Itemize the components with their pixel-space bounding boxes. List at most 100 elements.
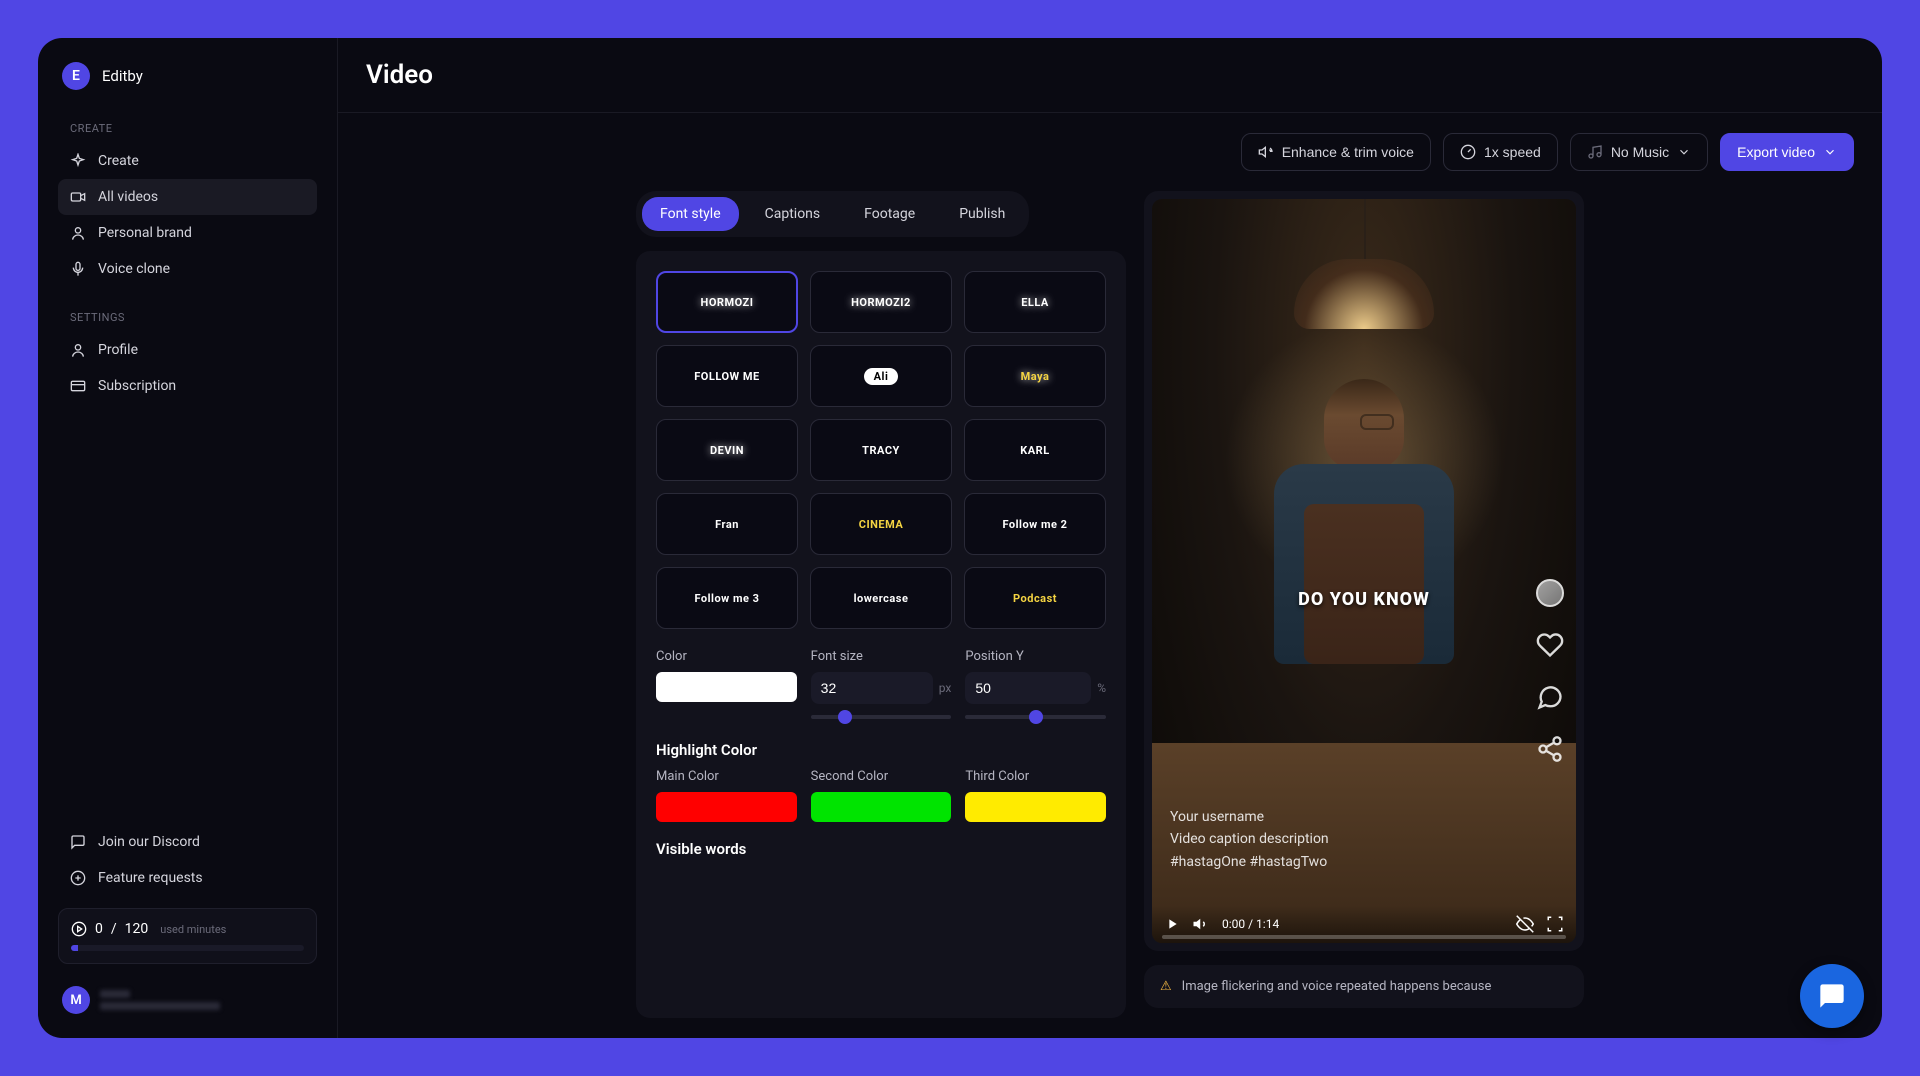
play-icon[interactable] [1164, 916, 1180, 932]
style-card[interactable]: ELLA [964, 271, 1106, 333]
overlay-username: Your username [1170, 806, 1329, 828]
usage-total: 120 [125, 921, 149, 937]
style-label: Fran [715, 518, 739, 531]
usage-used: 0 [95, 921, 103, 937]
volume-icon[interactable] [1192, 915, 1210, 933]
comment-icon[interactable] [1536, 683, 1564, 711]
music-icon [1587, 144, 1603, 160]
eye-off-icon[interactable] [1516, 915, 1534, 933]
sidebar-item-label: Feature requests [98, 870, 203, 886]
third-color-swatch[interactable] [965, 792, 1106, 822]
style-card[interactable]: Follow me 2 [964, 493, 1106, 555]
music-button[interactable]: No Music [1570, 133, 1708, 171]
style-label: Maya [1021, 370, 1050, 383]
user-info [100, 990, 220, 1010]
third-color-label: Third Color [965, 769, 1106, 784]
video-scrubber[interactable] [1162, 935, 1566, 939]
visible-words-title: Visible words [656, 840, 1106, 858]
sidebar-item-all-videos[interactable]: All videos [58, 179, 317, 215]
style-card[interactable]: Ali [810, 345, 952, 407]
chat-bubble-icon [1818, 982, 1846, 1010]
tab-publish[interactable]: Publish [941, 197, 1023, 231]
posy-slider[interactable] [965, 715, 1106, 719]
style-label: Podcast [1013, 592, 1057, 605]
posy-unit: % [1097, 681, 1106, 695]
sidebar-item-feature[interactable]: Feature requests [58, 860, 317, 896]
video-time: 0:00 / 1:14 [1222, 917, 1279, 931]
main: Video Enhance & trim voice 1x speed No M… [338, 38, 1882, 1038]
style-card[interactable]: Maya [964, 345, 1106, 407]
plus-circle-icon [70, 870, 86, 886]
tab-captions[interactable]: Captions [747, 197, 839, 231]
toolbar: Enhance & trim voice 1x speed No Music E… [338, 113, 1882, 181]
style-card[interactable]: Podcast [964, 567, 1106, 629]
style-label: lowercase [854, 592, 909, 605]
posy-input[interactable] [965, 672, 1091, 704]
speaker-icon [1258, 144, 1274, 160]
sidebar-item-label: Subscription [98, 378, 176, 394]
button-label: Enhance & trim voice [1282, 144, 1414, 160]
brand[interactable]: E Editby [58, 58, 317, 94]
tabs: Font style Captions Footage Publish [636, 191, 1029, 237]
style-card[interactable]: DEVIN [656, 419, 798, 481]
button-label: No Music [1611, 144, 1669, 160]
overlay-description: Video caption description [1170, 828, 1329, 850]
font-size-input[interactable] [811, 672, 933, 704]
style-card[interactable]: HORMOZI [656, 271, 798, 333]
brand-badge: E [62, 62, 90, 90]
style-card[interactable]: CINEMA [810, 493, 952, 555]
warning-box: ⚠ Image flickering and voice repeated ha… [1144, 965, 1584, 1008]
style-card[interactable]: KARL [964, 419, 1106, 481]
sidebar-item-create[interactable]: Create [58, 143, 317, 179]
speed-button[interactable]: 1x speed [1443, 133, 1558, 171]
color-label: Color [656, 649, 797, 664]
style-grid: HORMOZI HORMOZI2 ELLA FOLLOW ME Ali Maya DEVIN… [656, 271, 1106, 629]
style-card[interactable]: Follow me 3 [656, 567, 798, 629]
style-card[interactable]: Fran [656, 493, 798, 555]
header: Video [338, 38, 1882, 113]
warning-text: Image flickering and voice repeated happ… [1182, 979, 1492, 994]
style-label: DEVIN [710, 444, 744, 457]
sidebar-item-subscription[interactable]: Subscription [58, 368, 317, 404]
style-label: HORMOZI2 [851, 296, 911, 309]
chat-fab[interactable] [1800, 964, 1864, 1028]
sidebar-item-personal-brand[interactable]: Personal brand [58, 215, 317, 251]
highlight-title: Highlight Color [656, 741, 1106, 759]
button-label: 1x speed [1484, 144, 1541, 160]
enhance-button[interactable]: Enhance & trim voice [1241, 133, 1431, 171]
user-row[interactable]: M [58, 982, 317, 1018]
sidebar-item-voice-clone[interactable]: Voice clone [58, 251, 317, 287]
tab-footage[interactable]: Footage [846, 197, 933, 231]
style-card[interactable]: FOLLOW ME [656, 345, 798, 407]
button-label: Export video [1737, 144, 1815, 160]
main-color-swatch[interactable] [656, 792, 797, 822]
heart-icon[interactable] [1536, 631, 1564, 659]
page-title: Video [366, 60, 1854, 90]
sidebar-section-create: CREATE [58, 122, 317, 135]
sidebar-item-profile[interactable]: Profile [58, 332, 317, 368]
style-label: FOLLOW ME [694, 370, 759, 383]
share-icon[interactable] [1536, 735, 1564, 763]
export-button[interactable]: Export video [1720, 133, 1854, 171]
usage-box: 0 / 120 used minutes [58, 908, 317, 964]
style-label: CINEMA [859, 518, 903, 531]
style-card[interactable]: HORMOZI2 [810, 271, 952, 333]
style-card[interactable]: lowercase [810, 567, 952, 629]
video-frame[interactable]: DO YOU KNOW Your username Video caption … [1152, 199, 1576, 943]
sidebar-item-discord[interactable]: Join our Discord [58, 824, 317, 860]
color-swatch[interactable] [656, 672, 797, 702]
second-color-swatch[interactable] [811, 792, 952, 822]
brand-name: Editby [102, 67, 143, 85]
overlay-text: Your username Video caption description … [1170, 806, 1329, 873]
sidebar-item-label: Join our Discord [98, 834, 200, 850]
font-size-unit: px [939, 681, 952, 695]
video-icon [70, 189, 86, 205]
video-preview: DO YOU KNOW Your username Video caption … [1144, 191, 1584, 951]
style-label: Ali [864, 368, 899, 385]
style-card[interactable]: TRACY [810, 419, 952, 481]
tab-font-style[interactable]: Font style [642, 197, 739, 231]
font-size-slider[interactable] [811, 715, 952, 719]
fullscreen-icon[interactable] [1546, 915, 1564, 933]
avatar-icon[interactable] [1536, 579, 1564, 607]
main-color-label: Main Color [656, 769, 797, 784]
